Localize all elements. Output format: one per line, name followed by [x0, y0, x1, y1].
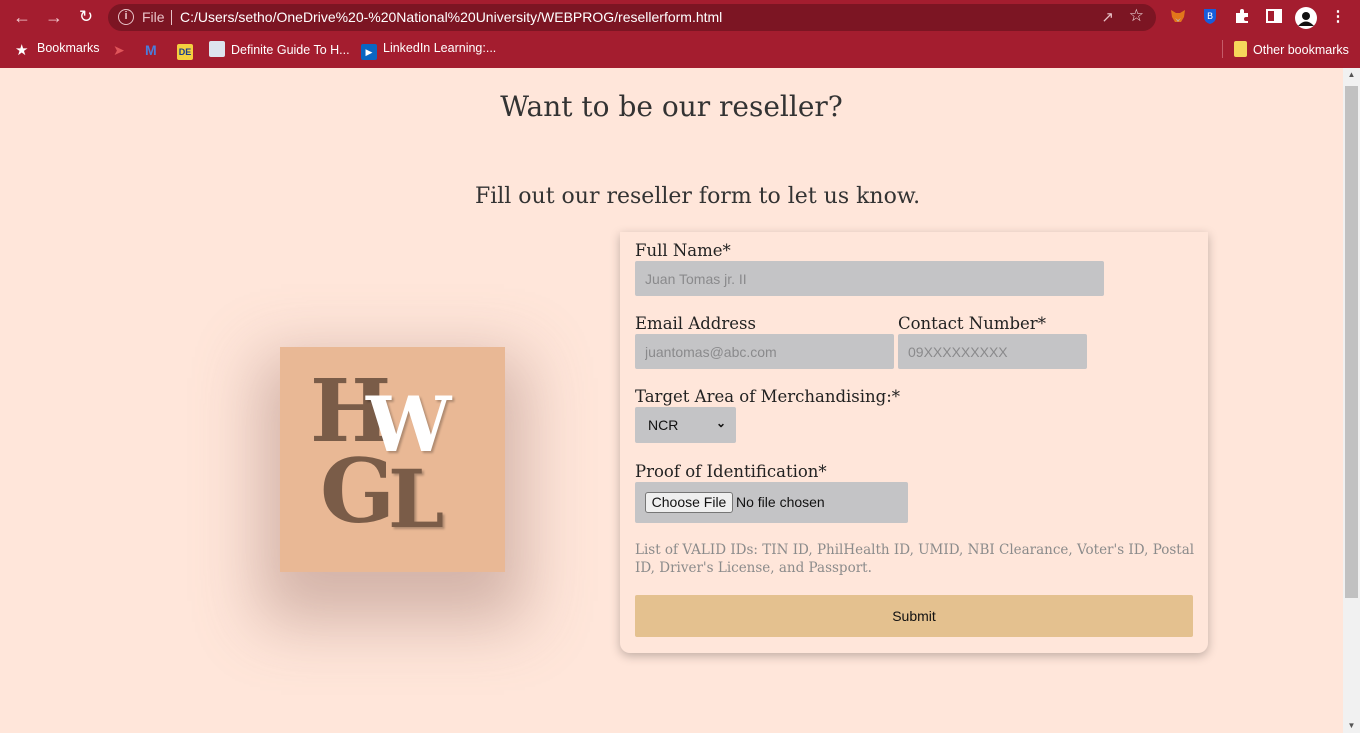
reseller-form: Full Name* Email Address Contact Number*…: [620, 232, 1208, 653]
extensions-puzzle-icon[interactable]: [1232, 7, 1252, 27]
email-label: Email Address: [635, 314, 756, 333]
page-subtitle: Fill out our reseller form to let us kno…: [474, 184, 921, 209]
address-bar[interactable]: i File C:/Users/setho/OneDrive%20-%20Nat…: [108, 4, 1156, 31]
bookmark-label: Bookmarks: [37, 41, 100, 55]
yellow-badge-icon: DE: [177, 44, 193, 60]
scroll-thumb[interactable]: [1345, 86, 1358, 598]
bookmark-label: LinkedIn Learning:...: [383, 41, 497, 55]
hwgl-logo: H W G L: [280, 347, 505, 572]
bookmarks-bar: ★ Bookmarks ➤ M DE Definite Guide To H...…: [0, 34, 1360, 64]
submit-button[interactable]: Submit: [635, 595, 1193, 637]
contact-input[interactable]: [898, 334, 1087, 369]
contact-label: Contact Number*: [898, 314, 1046, 333]
choose-file-button[interactable]: Choose File: [645, 492, 733, 513]
email-input[interactable]: [635, 334, 894, 369]
star-icon: ★: [15, 42, 29, 59]
forward-icon[interactable]: →: [43, 6, 65, 28]
menu-kebab-icon[interactable]: ⋮: [1328, 7, 1348, 27]
scroll-up-arrow-icon[interactable]: ▲: [1343, 68, 1360, 82]
bookmark-item-other[interactable]: Other bookmarks: [1234, 41, 1349, 57]
profile-avatar-icon[interactable]: [1295, 7, 1317, 29]
bookmark-label: Other bookmarks: [1253, 43, 1349, 57]
chevron-down-icon: ⌄: [715, 416, 726, 430]
page-content: Want to be our reseller? Fill out our re…: [0, 68, 1343, 733]
metamask-fox-icon[interactable]: [1168, 7, 1188, 27]
full-name-input[interactable]: [635, 261, 1104, 296]
bookmark-label: Definite Guide To H...: [231, 43, 350, 57]
side-panel-icon[interactable]: [1264, 7, 1284, 27]
file-input[interactable]: Choose File No file chosen: [635, 482, 908, 523]
target-area-value: NCR: [648, 417, 679, 433]
bookmark-item-m[interactable]: M: [145, 41, 167, 58]
back-icon[interactable]: ←: [11, 6, 33, 28]
logo-letter-l: L: [388, 452, 445, 546]
logo-letter-g: G: [320, 439, 396, 543]
bookmark-item-arrow[interactable]: ➤: [113, 41, 135, 58]
play-icon: ▶: [361, 44, 377, 60]
bookmark-item-linkedin[interactable]: ▶ LinkedIn Learning:...: [361, 41, 496, 60]
bookmark-item-yellow[interactable]: DE: [177, 41, 199, 60]
proof-id-label: Proof of Identification*: [635, 462, 827, 481]
browser-toolbar: ← → ↻ i File C:/Users/setho/OneDrive%20-…: [0, 0, 1360, 34]
url-text[interactable]: C:/Users/setho/OneDrive%20-%20National%2…: [180, 9, 722, 25]
target-area-label: Target Area of Merchandising:*: [635, 387, 901, 406]
bookmark-item-definite-guide[interactable]: Definite Guide To H...: [209, 41, 350, 57]
folder-icon: [1234, 41, 1247, 57]
share-icon[interactable]: ↗: [1101, 8, 1114, 26]
red-arrow-icon: ➤: [113, 42, 125, 58]
valid-ids-note: List of VALID IDs: TIN ID, PhilHealth ID…: [635, 542, 1195, 576]
protocol-label: File: [142, 9, 165, 25]
page-title: Want to be our reseller?: [500, 90, 843, 123]
page-thumbnail-icon: [209, 41, 225, 57]
shield-extension-icon[interactable]: B: [1200, 7, 1220, 27]
omnibox-divider: [171, 10, 172, 25]
m-logo-icon: M: [145, 42, 157, 58]
reload-icon[interactable]: ↻: [75, 6, 97, 28]
bookmarks-divider: [1222, 40, 1223, 58]
target-area-select[interactable]: NCR ⌄: [635, 407, 736, 443]
page-scrollbar[interactable]: ▲ ▼: [1343, 68, 1360, 733]
scroll-down-arrow-icon[interactable]: ▼: [1343, 719, 1360, 733]
bookmark-item-bookmarks[interactable]: ★ Bookmarks: [15, 41, 100, 59]
bookmark-star-icon[interactable]: ☆: [1129, 6, 1144, 26]
info-icon[interactable]: i: [118, 9, 134, 25]
svg-text:B: B: [1207, 12, 1213, 22]
browser-chrome: ← → ↻ i File C:/Users/setho/OneDrive%20-…: [0, 0, 1360, 68]
file-status-text: No file chosen: [736, 494, 825, 510]
full-name-label: Full Name*: [635, 241, 731, 260]
